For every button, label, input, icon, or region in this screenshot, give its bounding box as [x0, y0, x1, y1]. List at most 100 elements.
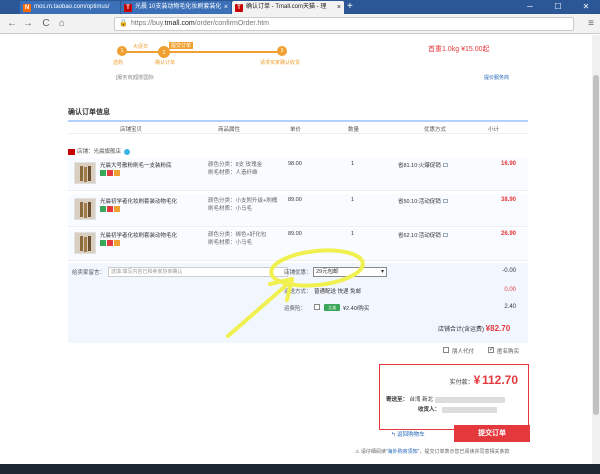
browser-navbar: ← → C ⌂ 🔒 https://buy.tmall.com/order/co…: [0, 14, 600, 34]
pay-total: 实付款：¥ 112.70: [449, 373, 518, 387]
tab-label: mos.m.taobao.com/optimus/: [34, 4, 110, 10]
progress-line: [122, 51, 282, 53]
taobao-favicon-icon: N: [23, 4, 31, 12]
close-tab-icon[interactable]: ×: [224, 1, 228, 14]
weight-price-text: 首重1.0kg ¥15.00起: [428, 46, 490, 53]
product-price: 89.00: [288, 197, 302, 203]
forward-button[interactable]: →: [22, 18, 34, 30]
shop-discount-select[interactable]: 29元包邮: [313, 267, 387, 277]
product-attributes: 颜色分类：8支 玫瑰金 刷毛材质：人造纤维: [208, 162, 263, 176]
th-discount: 优惠方式: [424, 127, 447, 133]
shop-discount-label: 店铺优惠：: [284, 270, 312, 276]
step-label-bottom-1: 选购: [113, 60, 124, 66]
step-2-label: 提交订单: [169, 42, 194, 49]
product-discount: 省81.10:火爆促销: [398, 161, 448, 169]
taskbar: [0, 464, 600, 474]
submit-order-button[interactable]: 提交订单: [454, 425, 530, 442]
ship-to: 寄送至： 台湾 新北: [386, 395, 505, 403]
product-qty: 1: [351, 161, 355, 167]
anonymous-checkbox[interactable]: [488, 346, 494, 353]
product-badges: [100, 240, 121, 246]
tmall-shop-icon: [68, 148, 75, 155]
product-discount: 省50.10:活动促销: [398, 197, 448, 205]
receiver: 收货人：: [418, 405, 497, 413]
back-button[interactable]: ←: [6, 18, 18, 30]
step-1-icon: 1: [117, 46, 127, 56]
tab-taobao[interactable]: N mos.m.taobao.com/optimus/: [20, 1, 120, 14]
address-bar[interactable]: 🔒 https://buy.tmall.com/order/confirmOrd…: [114, 17, 574, 31]
table-row: 光晨初学者化妆刷套装动物毛化 颜色分类：小支附升级+刷桶 刷毛材质：小马毛 89.…: [68, 194, 528, 227]
table-row: 光晨大号散粉刷毛一支装粉底 颜色分类：8支 玫瑰金 刷毛材质：人造纤维 98.00…: [68, 158, 528, 191]
wangwang-chat-icon[interactable]: [124, 148, 131, 155]
th-price: 单价: [290, 127, 302, 133]
insurance-tag: 立减: [324, 304, 340, 311]
service-provider-link[interactable]: 提价服务商: [484, 74, 509, 81]
product-subtotal: 16.90: [500, 161, 516, 167]
tmall-favicon-icon: T: [124, 4, 132, 12]
maximize-button[interactable]: ☐: [544, 0, 572, 14]
payment-summary: 实付款：¥ 112.70 寄送至： 台湾 新北 收货人：: [379, 364, 529, 430]
scrollbar-thumb[interactable]: [593, 75, 599, 415]
info-icon[interactable]: [442, 233, 448, 237]
scrollbar[interactable]: [592, 35, 600, 474]
product-badges: [100, 206, 121, 212]
terms-link[interactable]: "海外购商须知": [386, 449, 420, 455]
pay-by-friend-checkbox[interactable]: [443, 347, 449, 353]
shipping-label: 运送方式：: [284, 289, 312, 295]
reload-button[interactable]: C: [40, 18, 52, 30]
product-discount: 省62.10:活动促销: [398, 231, 448, 239]
pay-by-friend-label: 朋人代付: [452, 349, 475, 355]
seller-message-input[interactable]: 选填:填写内容已和卖家协商确认: [108, 267, 288, 277]
order-options: 给卖家留言： 选填:填写内容已和卖家协商确认 店铺优惠： 29元包邮 -0.00…: [68, 263, 528, 343]
th-subtotal: 小计: [488, 127, 500, 133]
product-name[interactable]: 光晨初学者化妆刷套装动物毛化: [100, 197, 177, 205]
insurance-checkbox[interactable]: [314, 304, 320, 310]
close-window-button[interactable]: ✕: [572, 0, 600, 14]
product-subtotal: 26.90: [500, 231, 516, 237]
lock-icon: 🔒: [119, 20, 128, 27]
tab-label: 确认订单 - Tmall.com天猫 - 理: [246, 4, 327, 10]
store-total: 店铺合计(含运费) ¥82.70: [438, 324, 511, 333]
product-name[interactable]: 光晨大号散粉刷毛一支装粉底: [100, 161, 172, 169]
anonymous-label: 匿名购买: [497, 349, 520, 355]
product-image[interactable]: [74, 232, 96, 254]
insurance-label: 运费险：: [284, 306, 307, 312]
shop-name[interactable]: 店铺：光晨旗舰店: [68, 147, 131, 155]
close-tab-icon[interactable]: ×: [337, 1, 341, 14]
insurance-amount: 2.40: [504, 304, 516, 310]
tab-product[interactable]: T 光晨 10支装动物毛化妆刷套装化 ×: [121, 1, 231, 14]
product-name[interactable]: 光晨初学者化妆刷套装动物毛化: [100, 231, 177, 239]
new-tab-button[interactable]: +: [347, 1, 353, 13]
product-attributes: 颜色分类：绑色+好化包 刷毛材质：小马毛: [208, 232, 267, 246]
service-provider: [服务商]理想国际: [116, 75, 154, 81]
shop-name-text: 店铺：光晨旗舰店: [77, 149, 122, 155]
section-title: 确认订单信息: [68, 109, 110, 116]
url-text: https://buy.tmall.com/order/confirmOrder…: [131, 20, 269, 27]
tmall-favicon-icon: T: [235, 4, 243, 12]
product-price: 89.00: [288, 231, 302, 237]
product-badges: [100, 170, 121, 176]
minimize-button[interactable]: ─: [516, 0, 544, 14]
th-item: 店铺宝贝: [120, 127, 143, 133]
product-subtotal: 38.90: [500, 197, 516, 203]
product-image[interactable]: [74, 198, 96, 220]
th-attr: 商品属性: [218, 127, 241, 133]
step-1-label: 大促日: [133, 44, 149, 50]
product-price: 98.00: [288, 161, 302, 167]
th-qty: 数量: [348, 127, 360, 133]
table-row: 光晨初学者化妆刷套装动物毛化 颜色分类：绑色+好化包 刷毛材质：小马毛 89.00…: [68, 228, 528, 261]
insurance-value: ¥2.40/购买: [343, 306, 370, 312]
step-label-bottom-3: 请求买家确认收货: [260, 60, 301, 66]
back-to-cart-link[interactable]: ↰ 返回购物车: [391, 430, 425, 438]
product-qty: 1: [351, 197, 355, 203]
product-qty: 1: [351, 231, 355, 237]
shipping-amount: 0.00: [504, 287, 516, 293]
home-button[interactable]: ⌂: [56, 18, 68, 30]
info-icon[interactable]: [442, 163, 448, 167]
product-attributes: 颜色分类：小支附升级+刷桶 刷毛材质：小马毛: [208, 198, 278, 212]
tab-confirm-order[interactable]: T 确认订单 - Tmall.com天猫 - 理 ×: [232, 1, 344, 14]
product-image[interactable]: [74, 162, 96, 184]
info-icon[interactable]: [442, 199, 448, 203]
menu-icon[interactable]: ≡: [588, 18, 594, 30]
step-label-bottom-2: 确认订单: [155, 60, 176, 66]
